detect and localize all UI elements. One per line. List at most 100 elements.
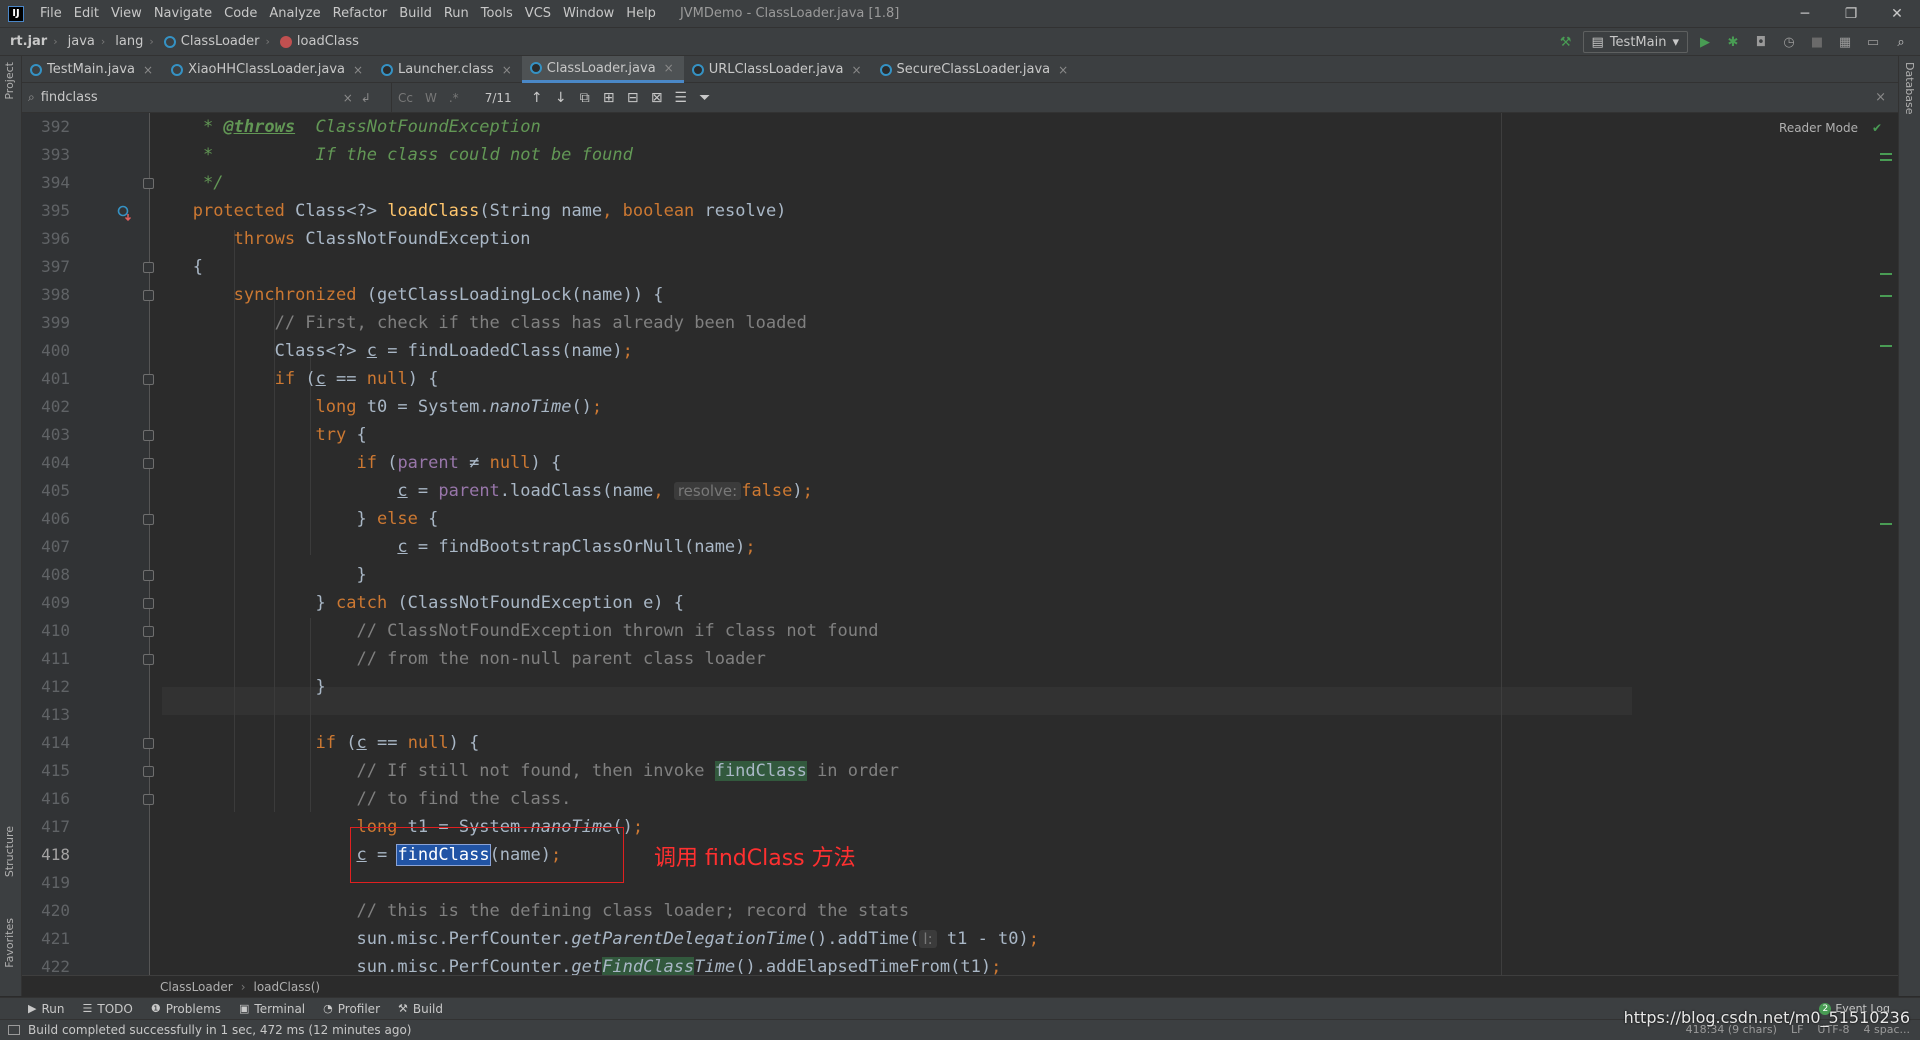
reader-mode-button[interactable]: Reader Mode: [1779, 121, 1858, 135]
menu-view[interactable]: View: [105, 0, 148, 28]
fold-marker-icon[interactable]: [143, 794, 154, 805]
tab-label: TestMain.java: [47, 62, 136, 77]
menu-navigate[interactable]: Navigate: [148, 0, 218, 28]
minimize-icon[interactable]: ─: [1782, 0, 1828, 28]
coverage-icon[interactable]: ◘: [1750, 31, 1772, 53]
fold-marker-icon[interactable]: [143, 570, 154, 581]
close-icon[interactable]: ×: [502, 63, 512, 77]
breadcrumb-loadclass[interactable]: loadClass: [270, 34, 359, 49]
tool-tab-run[interactable]: ▶ Run: [28, 1002, 64, 1016]
menu-help[interactable]: Help: [620, 0, 662, 28]
menu-build[interactable]: Build: [393, 0, 438, 28]
database-tool-button[interactable]: Database: [1903, 62, 1916, 115]
close-icon[interactable]: ×: [851, 63, 861, 77]
find-in-window-icon[interactable]: ⧉: [573, 86, 597, 110]
fold-marker-icon[interactable]: [143, 430, 154, 441]
clear-icon[interactable]: ×: [343, 91, 353, 105]
close-icon[interactable]: ✕: [1874, 0, 1920, 28]
fold-marker-icon[interactable]: [143, 626, 154, 637]
favorites-tool-button[interactable]: Favorites: [3, 918, 16, 968]
keyword: boolean: [622, 201, 695, 221]
tool-tab-profiler[interactable]: ◔ Profiler: [323, 1002, 380, 1016]
menu-edit[interactable]: Edit: [68, 0, 105, 28]
close-icon[interactable]: ×: [353, 63, 363, 77]
close-icon[interactable]: ×: [664, 61, 674, 75]
menu-file[interactable]: File: [34, 0, 68, 28]
code-text: (getClassLoadingLock(name)) {: [356, 285, 664, 305]
run-configuration-select[interactable]: ▤ TestMain ▾: [1582, 31, 1688, 53]
code-text: resolve): [694, 201, 787, 221]
close-icon[interactable]: ×: [1058, 63, 1068, 77]
code-line-398: synchronized (getClassLoadingLock(name))…: [162, 281, 664, 309]
words-toggle[interactable]: W: [425, 91, 437, 105]
fold-marker-icon[interactable]: [143, 514, 154, 525]
fold-marker-icon[interactable]: [143, 374, 154, 385]
toggle-tool-windows-icon[interactable]: [8, 1025, 20, 1035]
breadcrumb-java[interactable]: java ›: [58, 34, 106, 49]
code-editor[interactable]: 392 393 394 395 396 397 398 399 400 401 402 403 404 4…: [22, 113, 1898, 975]
build-hammer-icon[interactable]: ⚒: [1555, 31, 1577, 53]
menu-analyze[interactable]: Analyze: [263, 0, 326, 28]
code-text: ;: [550, 845, 562, 865]
fold-marker-icon[interactable]: [143, 738, 154, 749]
menu-window[interactable]: Window: [557, 0, 620, 28]
tab-secureclassloader[interactable]: SecureClassLoader.java ×: [872, 56, 1079, 83]
tab-xiaohhclassloader[interactable]: XiaoHHClassLoader.java ×: [163, 56, 373, 83]
code-area[interactable]: * @throws ClassNotFoundException * If th…: [162, 113, 1632, 975]
fold-marker-icon[interactable]: [143, 178, 154, 189]
breadcrumb-method[interactable]: loadClass(): [254, 980, 321, 994]
breadcrumb-classloader[interactable]: ClassLoader ›: [154, 34, 270, 49]
project-structure-icon[interactable]: ▦: [1834, 31, 1856, 53]
menu-vcs[interactable]: VCS: [519, 0, 557, 28]
select-all-occurrences-icon[interactable]: ⊠: [645, 86, 669, 110]
tab-urlclassloader[interactable]: URLClassLoader.java ×: [684, 56, 872, 83]
terminal-icon: ▣: [239, 1002, 250, 1015]
regex-toggle[interactable]: .*: [449, 91, 459, 105]
tab-testmain[interactable]: TestMain.java ×: [22, 56, 163, 83]
fold-marker-icon[interactable]: [143, 262, 154, 273]
code-line-397: {: [162, 253, 203, 281]
tab-classloader[interactable]: ClassLoader.java ×: [521, 56, 684, 83]
tool-tab-build[interactable]: ⚒ Build: [398, 1002, 443, 1016]
keyword: catch: [336, 593, 388, 613]
tool-tab-terminal[interactable]: ▣ Terminal: [239, 1002, 305, 1016]
add-occurrence-icon[interactable]: ⊞: [597, 86, 621, 110]
breadcrumb-rtjar[interactable]: rt.jar ›: [0, 34, 58, 49]
structure-tool-button[interactable]: Structure: [3, 826, 16, 877]
next-occurrence-icon[interactable]: ↓: [549, 86, 573, 110]
run-icon[interactable]: ▶: [1694, 31, 1716, 53]
breadcrumb-class[interactable]: ClassLoader: [160, 980, 233, 994]
profile-icon[interactable]: ◷: [1778, 31, 1800, 53]
fold-marker-icon[interactable]: [143, 654, 154, 665]
remove-occurrence-icon[interactable]: ⊟: [621, 86, 645, 110]
overrides-method-icon[interactable]: [116, 204, 134, 222]
filter-settings-icon[interactable]: ☰: [669, 86, 693, 110]
find-input[interactable]: [40, 90, 341, 105]
layout-icon[interactable]: ▭: [1862, 31, 1884, 53]
project-tool-button[interactable]: Project: [3, 62, 16, 100]
search-match: FindClass: [602, 957, 695, 975]
previous-occurrence-icon[interactable]: ↑: [525, 86, 549, 110]
close-icon[interactable]: ×: [143, 63, 153, 77]
menu-run[interactable]: Run: [438, 0, 475, 28]
debug-icon[interactable]: ✱: [1722, 31, 1744, 53]
close-icon[interactable]: ×: [1875, 90, 1886, 105]
tab-launcher[interactable]: Launcher.class ×: [373, 56, 522, 83]
fold-marker-icon[interactable]: [143, 458, 154, 469]
tool-tab-problems[interactable]: ❶ Problems: [151, 1002, 221, 1016]
line-number: 409: [41, 593, 70, 612]
filter-icon[interactable]: ⏷: [693, 86, 717, 110]
search-icon[interactable]: ⌕: [1890, 31, 1912, 53]
match-case-toggle[interactable]: Cc: [398, 91, 413, 105]
fold-marker-icon[interactable]: [143, 290, 154, 301]
fold-marker-icon[interactable]: [143, 766, 154, 777]
menu-code[interactable]: Code: [218, 0, 263, 28]
tool-tab-todo[interactable]: ☰ TODO: [82, 1002, 132, 1016]
fold-marker-icon[interactable]: [143, 598, 154, 609]
breadcrumb-lang[interactable]: lang ›: [105, 34, 153, 49]
stop-icon[interactable]: ■: [1806, 31, 1828, 53]
menu-tools[interactable]: Tools: [475, 0, 519, 28]
new-line-icon[interactable]: ↲: [361, 91, 371, 105]
restore-icon[interactable]: ❐: [1828, 0, 1874, 28]
menu-refactor[interactable]: Refactor: [327, 0, 394, 28]
